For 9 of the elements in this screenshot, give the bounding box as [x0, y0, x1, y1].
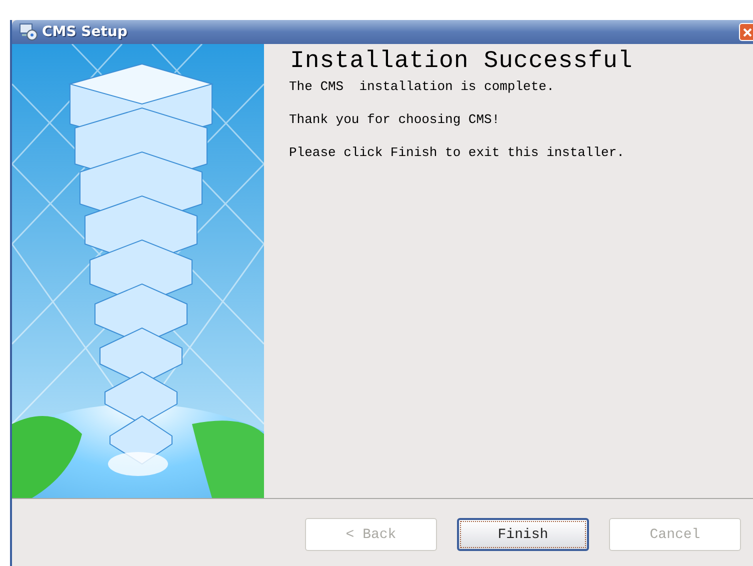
message-text: The CMS installation is complete. — [289, 79, 556, 94]
close-icon — [743, 28, 752, 36]
finish-button[interactable]: Finish — [457, 518, 589, 551]
window-title: CMS Setup — [42, 24, 128, 40]
message-text: Thank you for choosing CMS! — [289, 112, 501, 127]
close-button[interactable] — [739, 23, 753, 41]
message-text: Please click Finish to exit this installer. — [289, 145, 626, 160]
success-heading: Installation Successful — [290, 48, 633, 75]
computer-disc-icon — [18, 23, 38, 41]
